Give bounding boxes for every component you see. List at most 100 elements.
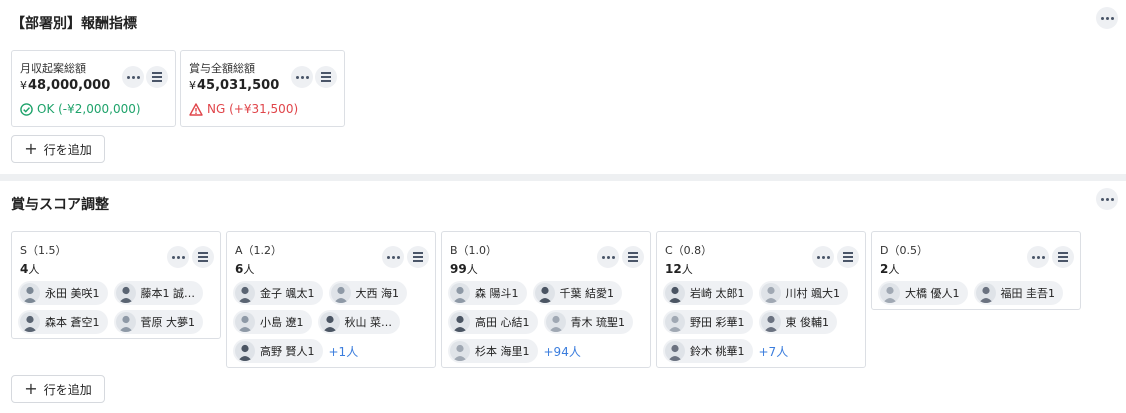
- member-name: 高田 心結1: [475, 316, 530, 329]
- member-chip[interactable]: 森 陽斗1: [448, 281, 527, 305]
- add-row-button[interactable]: + 行を追加: [11, 135, 105, 163]
- grade-more-button[interactable]: [597, 246, 619, 268]
- grade-more-button[interactable]: [812, 246, 834, 268]
- bonus-score-section: 賞与スコア調整 S（1.5） 4人 永田 美咲1 藤本1 誠… 森本 蒼空1 菅原 大夢1…: [0, 181, 1126, 413]
- status-badge: NG (+¥31,500): [189, 102, 298, 116]
- metric-card-monthly: 月収起案総額 ¥48,000,000 OK (-¥2,000,000): [11, 50, 176, 127]
- warning-triangle-icon: [189, 102, 203, 116]
- section-more-button[interactable]: [1096, 7, 1118, 29]
- grade-card: A（1.2） 6人金子 颯太1 大西 海1 小島 遼1 秋山 菜… 高野 賢人1 +1人: [226, 231, 436, 368]
- metric-value: ¥48,000,000: [20, 78, 111, 93]
- member-list: 森 陽斗1 千葉 結愛1 高田 心結1 青木 琉聖1 杉本 海里1 +94人: [448, 281, 648, 368]
- avatar: [760, 283, 781, 303]
- more-members-link[interactable]: +1人: [329, 343, 359, 360]
- avatar: [20, 283, 40, 303]
- member-chip[interactable]: 高野 賢人1: [233, 339, 323, 363]
- member-chip[interactable]: 野田 彩華1: [663, 310, 753, 334]
- member-row: 大橋 優人1 福田 圭吾1: [878, 281, 1078, 305]
- grade-more-button[interactable]: [1027, 246, 1049, 268]
- section-more-button[interactable]: [1096, 188, 1118, 210]
- section-title: 賞与スコア調整: [11, 197, 109, 213]
- avatar: [235, 312, 255, 332]
- member-chip[interactable]: 高田 心結1: [448, 310, 538, 334]
- member-name: 大橋 優人1: [905, 287, 960, 300]
- member-list: 岩崎 太郎1 川村 颯大1 野田 彩華1 東 俊輔1 鈴木 桃華1 +7人: [663, 281, 863, 368]
- metric-menu-button[interactable]: [315, 66, 337, 88]
- grade-card: B（1.0） 99人森 陽斗1 千葉 結愛1 高田 心結1 青木 琉聖1 杉本 海里1 +9…: [441, 231, 651, 368]
- member-name: 野田 彩華1: [690, 316, 745, 329]
- grade-menu-button[interactable]: [192, 246, 214, 268]
- headcount: 6人: [235, 262, 255, 276]
- menu-lines-icon: [628, 252, 638, 262]
- member-chip[interactable]: 菅原 大夢1: [113, 310, 203, 334]
- member-chip[interactable]: 大橋 優人1: [878, 281, 968, 305]
- grade-label: D（0.5）: [880, 244, 928, 257]
- member-name: 川村 颯大1: [785, 287, 841, 300]
- member-row: 岩崎 太郎1 川村 颯大1: [663, 281, 863, 305]
- member-name: 永田 美咲1: [45, 287, 100, 300]
- grade-label: A（1.2）: [235, 244, 283, 257]
- member-chip[interactable]: 川村 颯大1: [758, 281, 848, 305]
- headcount: 4人: [20, 262, 40, 276]
- member-chip[interactable]: 小島 遼1: [233, 310, 312, 334]
- member-chip[interactable]: 東 俊輔1: [758, 310, 837, 334]
- member-chip[interactable]: 青木 琉聖1: [543, 310, 633, 334]
- grade-more-button[interactable]: [167, 246, 189, 268]
- avatar: [115, 283, 136, 303]
- member-chip[interactable]: 大西 海1: [328, 281, 407, 305]
- member-chip[interactable]: 永田 美咲1: [18, 281, 108, 305]
- member-list: 大橋 優人1 福田 圭吾1: [878, 281, 1078, 310]
- avatar: [235, 341, 255, 361]
- grade-more-button[interactable]: [382, 246, 404, 268]
- avatar: [330, 283, 351, 303]
- member-name: 福田 圭吾1: [1000, 287, 1056, 300]
- more-dots-icon: [295, 75, 309, 79]
- more-dots-icon: [1031, 255, 1045, 259]
- avatar: [534, 283, 555, 303]
- metric-more-button[interactable]: [122, 66, 144, 88]
- more-members-link[interactable]: +94人: [544, 343, 581, 360]
- grade-menu-button[interactable]: [407, 246, 429, 268]
- more-dots-icon: [126, 75, 140, 79]
- member-list: 永田 美咲1 藤本1 誠… 森本 蒼空1 菅原 大夢1: [18, 281, 218, 339]
- member-name: 森 陽斗1: [475, 287, 519, 300]
- avatar: [450, 312, 470, 332]
- grade-menu-button[interactable]: [837, 246, 859, 268]
- headcount: 12人: [665, 262, 693, 276]
- menu-lines-icon: [198, 252, 208, 262]
- plus-icon: +: [24, 139, 38, 158]
- metric-value: ¥45,031,500: [189, 78, 280, 93]
- member-name: 菅原 大夢1: [140, 316, 196, 329]
- plus-icon: +: [24, 379, 38, 398]
- grade-card: S（1.5） 4人 永田 美咲1 藤本1 誠… 森本 蒼空1 菅原 大夢1: [11, 231, 221, 339]
- grade-menu-button[interactable]: [1052, 246, 1074, 268]
- member-name: 千葉 結愛1: [559, 287, 615, 300]
- member-chip[interactable]: 福田 圭吾1: [973, 281, 1063, 305]
- more-dots-icon: [601, 255, 615, 259]
- member-chip[interactable]: 千葉 結愛1: [532, 281, 622, 305]
- member-row: 高野 賢人1 +1人: [233, 339, 433, 363]
- section-divider: [0, 174, 1126, 181]
- metric-more-button[interactable]: [291, 66, 313, 88]
- avatar: [975, 283, 996, 303]
- more-dots-icon: [1100, 197, 1114, 201]
- member-row: 鈴木 桃華1 +7人: [663, 339, 863, 363]
- member-chip[interactable]: 鈴木 桃華1: [663, 339, 753, 363]
- metric-menu-button[interactable]: [146, 66, 168, 88]
- member-chip[interactable]: 岩崎 太郎1: [663, 281, 753, 305]
- avatar: [545, 312, 566, 332]
- add-row-button[interactable]: + 行を追加: [11, 375, 105, 403]
- member-chip[interactable]: 杉本 海里1: [448, 339, 538, 363]
- grade-menu-button[interactable]: [622, 246, 644, 268]
- member-chip[interactable]: 森本 蒼空1: [18, 310, 108, 334]
- member-chip[interactable]: 藤本1 誠…: [113, 281, 203, 305]
- avatar: [20, 312, 40, 332]
- member-name: 大西 海1: [355, 287, 400, 300]
- more-members-link[interactable]: +7人: [759, 343, 789, 360]
- grade-label: B（1.0）: [450, 244, 498, 257]
- member-chip[interactable]: 秋山 菜…: [317, 310, 400, 334]
- more-dots-icon: [1100, 16, 1114, 20]
- avatar: [450, 341, 470, 361]
- avatar: [665, 341, 685, 361]
- member-chip[interactable]: 金子 颯太1: [233, 281, 323, 305]
